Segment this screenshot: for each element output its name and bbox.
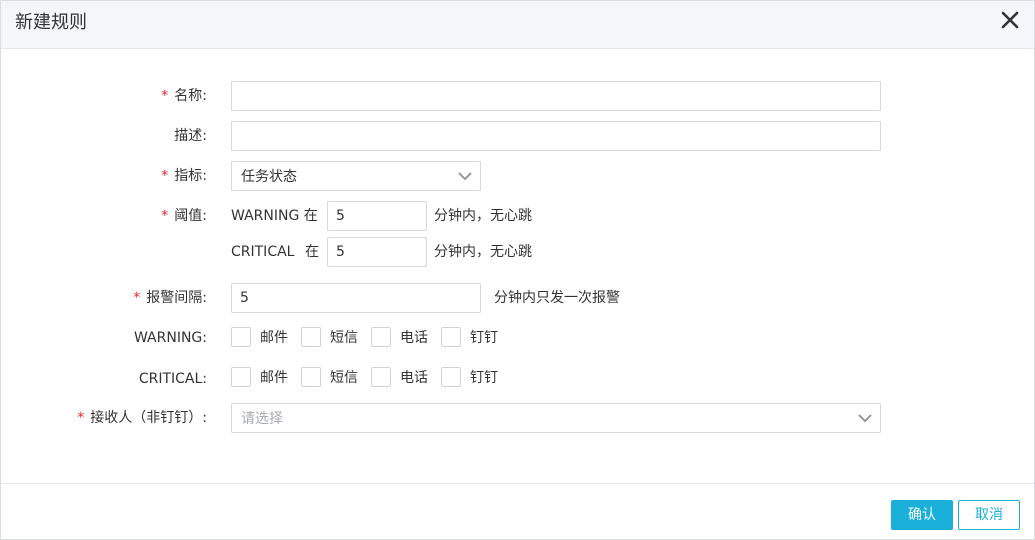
receivers-placeholder: 请选择 [241,411,283,427]
critical-phone-checkbox[interactable] [371,367,391,387]
alert-interval-suffix: 分钟内只发一次报警 [494,290,620,306]
metric-selected-value: 任务状态 [241,169,297,185]
alert-interval-label: * 报警间隔: [133,290,207,306]
threshold-warning-input[interactable] [327,201,427,231]
required-mark: * [161,208,169,224]
cancel-button[interactable]: 取消 [958,500,1020,530]
name-label: * 名称: [161,88,207,104]
critical-dingtalk-label: 钉钉 [470,370,498,386]
chevron-down-icon [458,172,472,181]
critical-phone-label: 电话 [400,370,428,386]
required-mark: * [133,290,141,306]
warning-email-label: 邮件 [260,330,288,346]
warning-phone-checkbox[interactable] [371,327,391,347]
critical-email-checkbox[interactable] [231,367,251,387]
threshold-critical-input[interactable] [327,237,427,267]
dialog-header: 新建规则 [1,1,1034,49]
receivers-label: * 接收人（非钉钉）: [77,410,207,426]
threshold-critical-suffix: 分钟内，无心跳 [434,244,532,260]
critical-channels-label: CRITICAL: [138,371,207,387]
confirm-button[interactable]: 确认 [891,500,953,530]
metric-label: * 指标: [161,168,207,184]
description-input[interactable] [231,121,881,151]
new-rule-dialog: 新建规则 *名称: 描述: *指标: 任务状态 *阈值: WARNING 在 分… [0,0,1035,540]
warning-dingtalk-checkbox[interactable] [441,327,461,347]
receivers-select[interactable]: 请选择 [231,403,881,433]
chevron-down-icon [858,414,872,423]
description-label: 描述: [174,128,207,144]
warning-phone-label: 电话 [400,330,428,346]
threshold-label: * 阈值: [161,208,207,224]
warning-sms-checkbox[interactable] [301,327,321,347]
metric-select[interactable]: 任务状态 [231,161,481,191]
threshold-critical-level: CRITICAL [231,244,295,260]
footer-divider [1,483,1034,484]
threshold-warning-level: WARNING 在 [231,208,318,224]
critical-sms-checkbox[interactable] [301,367,321,387]
close-icon[interactable] [999,9,1021,31]
warning-dingtalk-label: 钉钉 [470,330,498,346]
name-input[interactable] [231,81,881,111]
warning-channels-label: WARNING: [133,330,207,346]
critical-email-label: 邮件 [260,370,288,386]
dialog-title: 新建规则 [15,12,87,33]
required-mark: * [77,410,85,426]
critical-sms-label: 短信 [330,370,358,386]
threshold-warning-suffix: 分钟内，无心跳 [434,208,532,224]
threshold-critical-in: 在 [305,244,319,260]
critical-dingtalk-checkbox[interactable] [441,367,461,387]
warning-email-checkbox[interactable] [231,327,251,347]
required-mark: * [161,168,169,184]
warning-sms-label: 短信 [330,330,358,346]
alert-interval-input[interactable] [231,283,481,313]
required-mark: * [161,88,169,104]
